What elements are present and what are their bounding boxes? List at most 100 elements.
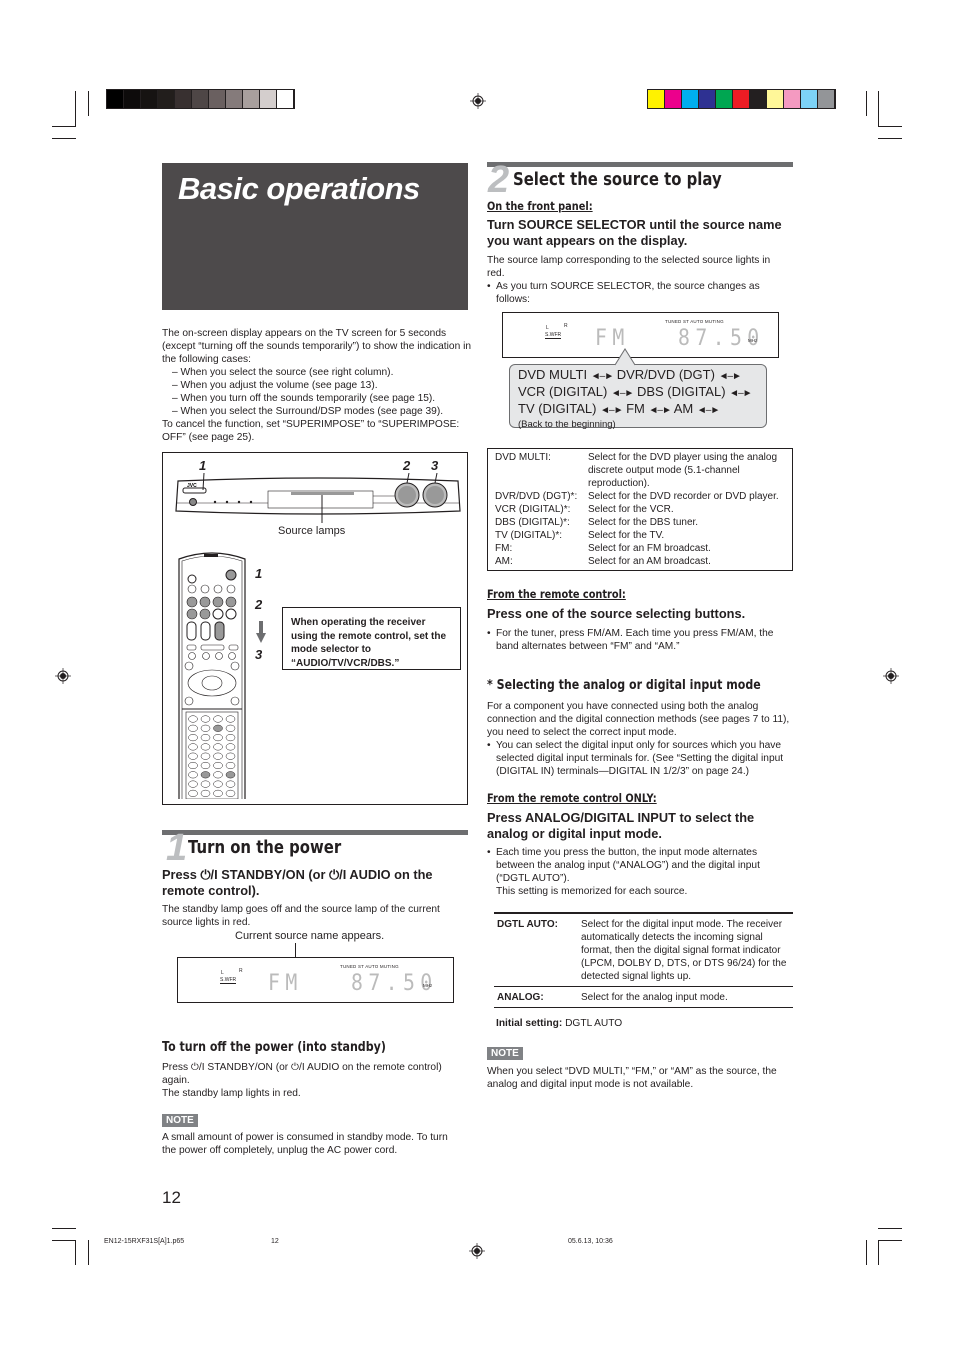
cycle-line-3: TV (DIGITAL) ◄–► FM ◄–► AM ◄–► (518, 401, 758, 418)
remote-key (225, 789, 236, 797)
remote-key (225, 715, 236, 723)
standby-body-line: The standby lamp lights in red. (162, 1088, 301, 1099)
gray-color-bar (106, 89, 295, 109)
cycle-source: DVD MULTI (518, 367, 588, 382)
double-arrow-icon: ◄–► (696, 405, 720, 416)
remote-only-memo: This setting is memorized for each sourc… (496, 886, 688, 897)
mode-row: DGTL AUTO: Select for the digital input m… (494, 914, 793, 987)
mode-row: ANALOG: Select for the analog input mode. (494, 987, 793, 1008)
initial-setting-label: Initial setting: (496, 1018, 563, 1029)
double-arrow-icon: ◄–► (600, 405, 623, 416)
cycle-line-2: VCR (DIGITAL) ◄–► DBS (DIGITAL) ◄–► (518, 384, 758, 401)
brand-logo: JVC (187, 483, 197, 489)
remote-key (225, 761, 236, 770)
section-2-header: 2 Select the source to play (487, 161, 793, 199)
display-l: L (221, 970, 224, 976)
standby-note: A small amount of power is consumed in s… (162, 1132, 448, 1156)
color-swatch (767, 90, 784, 108)
source-row: TV (DIGITAL)*: Select for the TV. (495, 529, 785, 542)
double-arrow-icon: ◄–► (648, 405, 672, 416)
remote-key (225, 734, 236, 742)
remote-only-bullet-text: Each time you press the button, the inpu… (496, 847, 760, 884)
source-desc: Select for the VCR. (588, 504, 674, 515)
remote-key (188, 752, 198, 760)
source-desc: Select for the DVD player using the anal… (588, 452, 777, 489)
mode-desc: Select for the digital input mode. The r… (581, 919, 787, 982)
remote-only-bullet: Each time you press the button, the inpu… (487, 846, 787, 898)
color-swatch (648, 90, 665, 108)
analog-body-text: For a component you have connected using… (487, 701, 790, 738)
cycle-back: (Back to the beginning) (518, 419, 616, 430)
color-swatch (665, 90, 682, 108)
source-row: VCR (DIGITAL)*: Select for the VCR. (495, 503, 785, 516)
front-bullet: As you turn SOURCE SELECTOR, the source … (487, 280, 787, 306)
registration-mark-icon (55, 668, 71, 684)
initial-setting-value: DGTL AUTO (565, 1018, 623, 1029)
display-swfr: S.WFR (220, 977, 237, 984)
remote-key (213, 743, 223, 751)
fl-display-source: L R S.WFR TUNED ST AUTO MUTING FM 87.50 … (502, 312, 779, 358)
remote-control-illustration (178, 552, 246, 799)
remote-key (213, 780, 223, 788)
cycle-source: DBS (DIGITAL) (636, 384, 726, 399)
display-source: FM (268, 971, 303, 996)
color-swatch (124, 90, 141, 108)
color-swatch (682, 90, 699, 108)
callout-3: 3 (431, 458, 439, 473)
section-2-heading: Select the source to play (513, 170, 722, 190)
double-arrow-icon: ◄–► (718, 371, 742, 382)
remote-key (188, 780, 198, 788)
remote-key (213, 715, 223, 723)
remote-key (188, 771, 198, 779)
front-panel-instruction: Turn SOURCE SELECTOR until the source na… (487, 217, 782, 248)
source-name: DVD MULTI: (495, 452, 551, 463)
remote-key (200, 752, 211, 760)
color-swatch (716, 90, 733, 108)
standby-heading: To turn off the power (into standby) (162, 1040, 386, 1055)
source-name: DVR/DVD (DGT)*: (495, 491, 578, 502)
receiver-front-panel-illustration: JVC (175, 473, 461, 523)
color-swatch (243, 90, 260, 108)
display-unit: MHz (748, 338, 758, 343)
intro-case: When you turn off the sounds temporarily… (162, 392, 472, 405)
source-name: DBS (DIGITAL)*: (495, 517, 570, 528)
standby-body: Press ⏻/I STANDBY/ON (or ⏻/I AUDIO on th… (162, 1061, 462, 1100)
power-instruction: Press ⏻/I STANDBY/ON (or ⏻/I AUDIO on th… (162, 867, 433, 898)
remote-key (200, 771, 211, 779)
intro-lead: The on-screen display appears on the TV … (162, 328, 471, 365)
remote-key (200, 724, 211, 732)
source-row: DVR/DVD (DGT)*: Select for the DVD record… (495, 490, 785, 503)
front-panel-body: The source lamp corresponding to the sel… (487, 254, 787, 306)
footer-file: EN12-15RXF31S[A]1.p65 (104, 1238, 185, 1245)
remote-key (213, 724, 223, 732)
source-desc: Select for the DVD recorder or DVD playe… (588, 491, 779, 502)
source-cycle-box: DVD MULTI ◄–► DVR/DVD (DGT) ◄–► VCR (DIG… (509, 364, 767, 430)
color-swatch (107, 90, 124, 108)
remote-callout-3: 3 (255, 647, 263, 662)
remote-callout-1: 1 (255, 566, 263, 581)
analog-bullet: You can select the digital input only fo… (487, 739, 793, 778)
remote-key (188, 724, 198, 732)
remote-key (188, 761, 198, 770)
remote-key (188, 743, 198, 751)
source-row: AM: Select for an AM broadcast. (495, 555, 785, 568)
remote-key (200, 734, 211, 742)
source-desc: Select for the DBS tuner. (588, 517, 699, 528)
remote-key (213, 789, 223, 797)
input-mode-table: DGTL AUTO: Select for the digital input m… (494, 912, 793, 1008)
color-swatch (260, 90, 277, 108)
remote-key (225, 724, 236, 732)
remote-key (188, 734, 198, 742)
remote-bullet: For the tuner, press FM/AM. Each time yo… (487, 627, 787, 653)
double-arrow-icon: ◄–► (729, 388, 752, 399)
intro-case: When you select the source (see right co… (162, 366, 472, 379)
page-number: 12 (162, 1188, 181, 1207)
remote-key (200, 789, 211, 797)
section-1-heading: Turn on the power (188, 838, 342, 858)
source-description-table: DVD MULTI: Select for the DVD player usin… (487, 448, 793, 571)
title-block: Basic operations (162, 163, 468, 310)
input-mode-note: When you select “DVD MULTI,” “FM,” or “A… (487, 1066, 777, 1090)
color-swatch (801, 90, 818, 108)
registration-mark-icon (470, 93, 486, 109)
remote-key (200, 715, 211, 723)
